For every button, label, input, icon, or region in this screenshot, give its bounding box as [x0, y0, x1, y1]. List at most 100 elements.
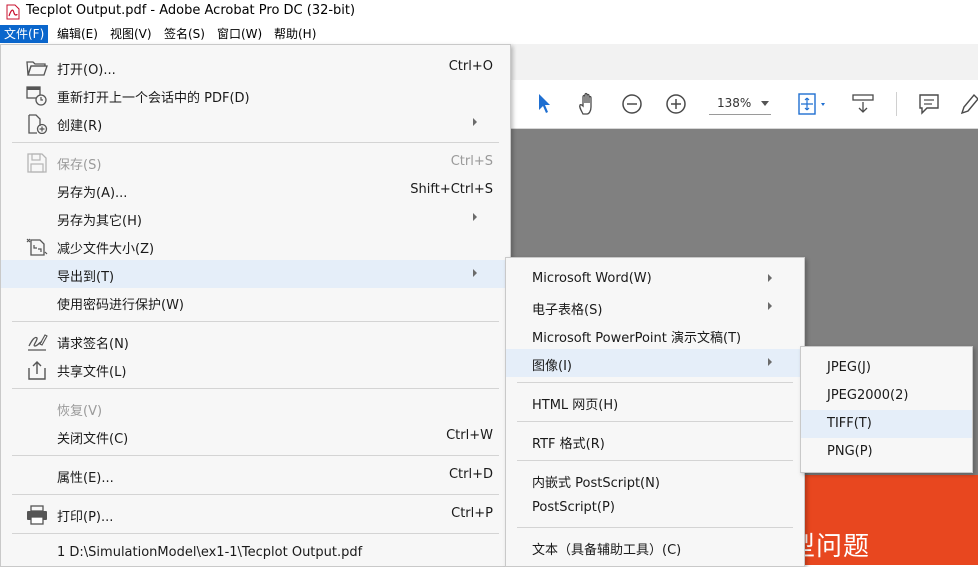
menu-item-recent-file[interactable]: 1 D:\SimulationModel\ex1-1\Tecplot Outpu… [1, 539, 510, 567]
menu-label: 1 D:\SimulationModel\ex1-1\Tecplot Outpu… [57, 545, 363, 560]
menu-shortcut: Ctrl+W [446, 428, 493, 443]
menu-shortcut: Ctrl+S [450, 154, 493, 169]
submenu-arrow-icon [473, 213, 477, 221]
toolbar: 138% [510, 80, 978, 129]
menu-item-revert[interactable]: 恢复(V) [1, 394, 510, 422]
menu-shortcut: Ctrl+P [451, 506, 493, 521]
menu-label: HTML 网页(H) [532, 398, 619, 413]
signature-icon [28, 334, 48, 351]
zoom-value: 138% [717, 96, 752, 110]
menu-item-export-postscript[interactable]: PostScript(P) [506, 494, 804, 522]
menu-separator [12, 533, 499, 534]
menu-item-export-eps[interactable]: 内嵌式 PostScript(N) [506, 466, 804, 494]
chevron-down-icon [761, 101, 769, 106]
window-title: Tecplot Output.pdf - Adobe Acrobat Pro D… [26, 3, 356, 18]
select-tool-icon[interactable] [536, 93, 552, 115]
pen-icon[interactable] [960, 93, 978, 115]
menu-item-export-powerpoint[interactable]: Microsoft PowerPoint 演示文稿(T) [506, 321, 804, 349]
zoom-in-icon[interactable] [665, 93, 687, 115]
menu-shortcut: Shift+Ctrl+S [410, 182, 493, 197]
menu-label: RTF 格式(R) [532, 437, 605, 452]
menu-item-request-signature[interactable]: 请求签名(N) [1, 327, 510, 355]
submenu-arrow-icon [473, 118, 477, 126]
menu-bar: 文件(F) 编辑(E) 视图(V) 签名(S) 窗口(W) 帮助(H) [0, 24, 978, 44]
menu-item-create[interactable]: 创建(R) [1, 109, 510, 137]
menu-item-export-to[interactable]: 导出到(T) [1, 260, 510, 288]
zoom-select[interactable]: 138% [709, 92, 771, 115]
menu-item-save-as-other[interactable]: 另存为其它(H) [1, 204, 510, 232]
fit-page-icon[interactable] [797, 92, 831, 116]
hand-tool-icon[interactable] [577, 92, 599, 116]
menu-label: PostScript(P) [532, 500, 615, 515]
save-icon [27, 153, 47, 173]
menu-item-properties[interactable]: 属性(E)... Ctrl+D [1, 461, 510, 489]
menu-edit[interactable]: 编辑(E) [53, 26, 102, 42]
menu-label: 内嵌式 PostScript(N) [532, 476, 660, 491]
pdf-file-icon [6, 4, 20, 20]
export-submenu: Microsoft Word(W) 电子表格(S) Microsoft Powe… [505, 257, 805, 567]
menu-label: 文本（具备辅助工具）(C) [532, 543, 682, 558]
create-file-icon [28, 114, 48, 134]
title-bar: Tecplot Output.pdf - Adobe Acrobat Pro D… [0, 0, 978, 24]
comment-icon[interactable] [918, 93, 940, 115]
menu-label: Microsoft Word(W) [532, 271, 652, 286]
menu-item-close-file[interactable]: 关闭文件(C) Ctrl+W [1, 422, 510, 450]
menu-view[interactable]: 视图(V) [106, 26, 156, 42]
menu-item-export-accessible-text[interactable]: 文本（具备辅助工具）(C) [506, 533, 804, 561]
menu-item-jpeg[interactable]: JPEG(J) [801, 354, 972, 382]
menu-item-export-rtf[interactable]: RTF 格式(R) [506, 427, 804, 455]
menu-label: 打印(P)... [57, 510, 114, 525]
menu-separator [517, 527, 793, 528]
menu-label: 使用密码进行保护(W) [57, 298, 184, 313]
toolbar-divider [896, 92, 897, 116]
menu-label: 属性(E)... [57, 471, 114, 486]
menu-label: TIFF(T) [827, 416, 872, 431]
menu-item-png[interactable]: PNG(P) [801, 438, 972, 466]
menu-separator [12, 321, 499, 322]
zoom-out-icon[interactable] [621, 93, 643, 115]
menu-label: JPEG(J) [827, 360, 871, 375]
menu-shortcut: Ctrl+O [448, 59, 493, 74]
menu-label: 打开(O)... [57, 63, 116, 78]
menu-label: PNG(P) [827, 444, 873, 459]
menu-separator [12, 494, 499, 495]
menu-label: 减少文件大小(Z) [57, 242, 155, 257]
menu-item-export-html[interactable]: HTML 网页(H) [506, 388, 804, 416]
menu-item-print[interactable]: 打印(P)... Ctrl+P [1, 500, 510, 528]
menu-item-save[interactable]: 保存(S) Ctrl+S [1, 148, 510, 176]
menu-item-export-spreadsheet[interactable]: 电子表格(S) [506, 293, 804, 321]
tab-strip [510, 44, 978, 81]
menu-separator [517, 460, 793, 461]
menu-label: 创建(R) [57, 119, 103, 134]
menu-window[interactable]: 窗口(W) [213, 26, 266, 42]
menu-label: 另存为(A)... [57, 186, 128, 201]
menu-label: 另存为其它(H) [57, 214, 142, 229]
menu-label: JPEG2000(2) [827, 388, 909, 403]
submenu-arrow-icon [768, 274, 772, 282]
menu-label: 导出到(T) [57, 270, 115, 285]
menu-item-reopen-session[interactable]: 重新打开上一个会话中的 PDF(D) [1, 81, 510, 109]
menu-sign[interactable]: 签名(S) [160, 26, 209, 42]
submenu-arrow-icon [473, 269, 477, 277]
menu-file[interactable]: 文件(F) [0, 25, 49, 43]
reduce-size-icon [26, 238, 48, 256]
menu-item-protect-password[interactable]: 使用密码进行保护(W) [1, 288, 510, 316]
image-submenu: JPEG(J) JPEG2000(2) TIFF(T) PNG(P) [800, 346, 973, 473]
menu-separator [12, 142, 499, 143]
menu-item-reduce-size[interactable]: 减少文件大小(Z) [1, 232, 510, 260]
folder-open-icon [26, 61, 48, 76]
menu-item-export-word[interactable]: Microsoft Word(W) [506, 265, 804, 293]
menu-help[interactable]: 帮助(H) [270, 26, 320, 42]
menu-item-share-file[interactable]: 共享文件(L) [1, 355, 510, 383]
menu-item-export-image[interactable]: 图像(I) [506, 349, 804, 377]
menu-item-jpeg2000[interactable]: JPEG2000(2) [801, 382, 972, 410]
menu-item-tiff[interactable]: TIFF(T) [801, 410, 972, 438]
submenu-arrow-icon [768, 358, 772, 366]
menu-separator [12, 455, 499, 456]
menu-label: 恢复(V) [57, 404, 103, 419]
menu-item-save-as[interactable]: 另存为(A)... Shift+Ctrl+S [1, 176, 510, 204]
menu-label: Microsoft PowerPoint 演示文稿(T) [532, 331, 742, 346]
menu-item-open[interactable]: 打开(O)... Ctrl+O [1, 53, 510, 81]
scroll-mode-icon[interactable] [852, 92, 874, 116]
menu-shortcut: Ctrl+D [448, 467, 493, 482]
